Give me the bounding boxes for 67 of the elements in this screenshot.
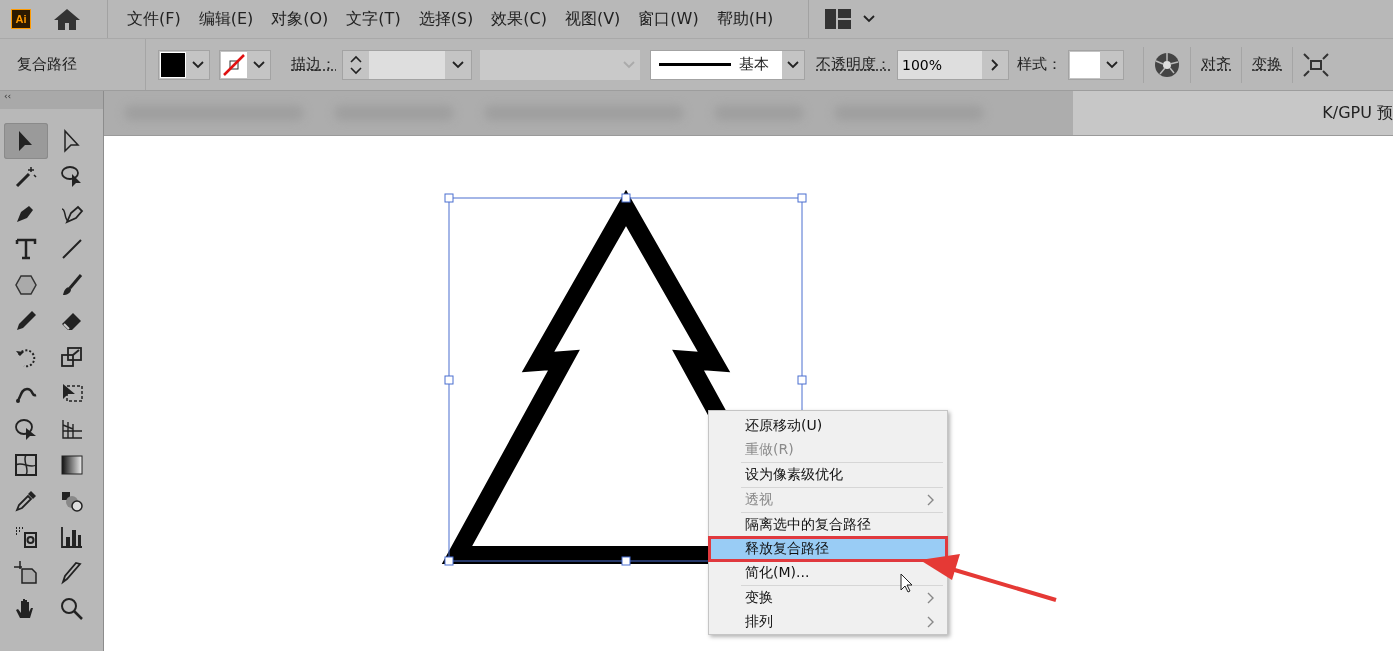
align-link[interactable]: 对齐 <box>1201 55 1231 74</box>
arrange-icon[interactable] <box>1303 52 1329 77</box>
menu-item[interactable]: 文字(T) <box>337 8 410 30</box>
shapes-icon <box>60 489 84 513</box>
mesh-icon <box>14 453 38 477</box>
perspective-grid-icon <box>60 417 84 441</box>
collapse-toggle[interactable]: ‹‹ <box>0 91 103 109</box>
stroke-swatch[interactable] <box>219 49 271 80</box>
hexagon-icon <box>14 273 38 297</box>
menu-item[interactable]: 变换 <box>709 586 947 610</box>
app-logo: Ai <box>11 9 31 29</box>
menu-item[interactable]: 帮助(H) <box>707 8 783 30</box>
type-icon <box>14 237 38 261</box>
menu-item[interactable]: 选择(S) <box>409 8 483 30</box>
selection-label: 复合路径 <box>0 39 146 90</box>
menu-item[interactable]: 设为像素级优化 <box>709 463 947 487</box>
spray-icon <box>14 525 38 549</box>
menu-item[interactable]: 视图(V) <box>555 8 630 30</box>
stepper-icon[interactable] <box>349 53 363 76</box>
scale-icon <box>60 345 84 369</box>
home-icon[interactable] <box>53 7 81 31</box>
caret-icon <box>863 15 876 23</box>
caret-icon <box>452 60 464 69</box>
opacity-label[interactable]: 不透明度： <box>816 55 891 74</box>
fill-swatch[interactable] <box>158 49 210 80</box>
speech-arrow-icon <box>14 417 38 441</box>
bar-chart-icon <box>60 525 84 549</box>
menu-item[interactable]: 对象(O) <box>262 8 338 30</box>
knife-icon <box>60 561 84 585</box>
menu-item[interactable]: 窗口(W) <box>629 8 708 30</box>
menu-item[interactable]: 释放复合路径 <box>709 537 947 561</box>
line-icon <box>60 237 84 261</box>
free-transform-icon <box>60 381 84 405</box>
artboard-icon <box>14 561 38 585</box>
tool-button[interactable] <box>4 123 48 159</box>
stroke-style-dropdown[interactable]: 基本 <box>650 49 805 80</box>
stroke-style-value: 基本 <box>739 55 769 74</box>
chevron-icon <box>927 616 935 628</box>
eyedropper-icon <box>14 489 38 513</box>
no-stroke-icon <box>222 52 246 77</box>
style-label: 样式： <box>1017 55 1062 74</box>
caret-icon <box>623 60 635 69</box>
menu-item[interactable]: 文件(F) <box>118 8 190 30</box>
color-wheel-icon[interactable] <box>1154 51 1180 78</box>
stroke-weight-field[interactable] <box>342 49 472 80</box>
caret-icon <box>192 60 204 69</box>
gradient-icon <box>60 453 84 477</box>
cursor-icon <box>900 573 914 593</box>
pencil-icon <box>14 309 38 333</box>
caret-icon <box>253 60 265 69</box>
caret-icon <box>787 60 799 69</box>
magic-wand-icon <box>14 165 38 189</box>
chevron-icon <box>927 494 935 506</box>
menu-item[interactable]: 隔离选中的复合路径 <box>709 513 947 537</box>
zoom-icon <box>60 597 84 621</box>
transform-link[interactable]: 变换 <box>1252 55 1282 74</box>
menu-item[interactable]: 效果(C) <box>482 8 556 30</box>
chevron-icon <box>927 592 935 604</box>
document-tab[interactable]: K/GPU 预 <box>1322 102 1393 124</box>
stroke-label[interactable]: 描边： <box>291 55 336 74</box>
caret-icon <box>1106 60 1118 69</box>
menu-item[interactable]: 还原移动(U) <box>709 414 947 438</box>
paintbrush-icon <box>60 273 84 297</box>
menu-item[interactable]: 排列 <box>709 610 947 634</box>
layout-icon[interactable] <box>825 9 852 29</box>
lasso-icon <box>60 165 84 189</box>
menu-item[interactable]: 编辑(E) <box>189 8 263 30</box>
